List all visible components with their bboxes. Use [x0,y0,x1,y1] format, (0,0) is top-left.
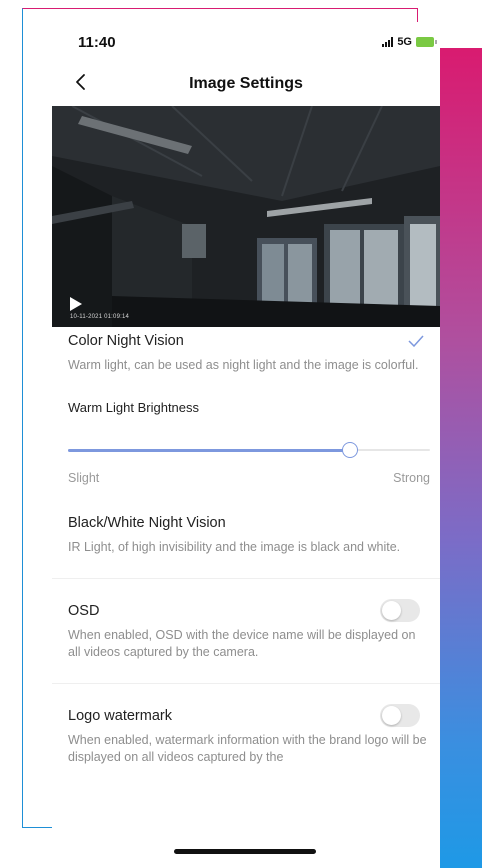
logo-watermark-setting-row: Logo watermark When enabled, watermark i… [68,684,430,766]
decorative-gradient-bar [440,48,482,868]
osd-toggle[interactable] [380,599,420,622]
page-title: Image Settings [189,75,303,92]
camera-video-preview[interactable]: 10-11-2021 01:09:14 [52,106,440,327]
slider-max-label: Strong [393,471,430,485]
bw-night-vision-title[interactable]: Black/White Night Vision [68,515,430,531]
warm-light-brightness-slider[interactable] [68,441,430,459]
slider-fill [68,449,351,452]
osd-description: When enabled, OSD with the device name w… [68,628,416,659]
signal-icon [382,37,394,47]
osd-toggle-knob [382,601,401,620]
status-bar: 11:40 5G [52,22,440,62]
bw-night-vision-description: IR Light, of high invisibility and the i… [68,540,401,554]
video-timestamp: 10-11-2021 01:09:14 [70,314,130,320]
osd-title: OSD [68,603,100,619]
battery-charging-icon [416,37,437,47]
settings-content: Color Night Vision Warm light, can be us… [52,327,440,766]
phone-screen: 11:40 5G Image Settings 10-11-2021 01:09… [52,22,440,868]
slider-min-label: Slight [68,471,100,485]
home-indicator[interactable] [174,849,316,854]
screenshot-stage: 11:40 5G Image Settings 10-11-2021 01:09… [0,0,482,868]
network-label: 5G [397,36,412,48]
osd-setting-row: OSD When enabled, OSD with the device na… [68,579,430,661]
navigation-bar: Image Settings [52,62,440,106]
camera-frame-image [52,106,440,327]
status-time: 11:40 [78,34,116,51]
slider-thumb[interactable] [342,442,359,458]
warm-light-brightness-label: Warm Light Brightness [68,400,200,415]
checkmark-icon [408,335,424,347]
color-night-vision-title: Color Night Vision [68,333,184,349]
color-night-vision-description: Warm light, can be used as night light a… [68,358,419,372]
logo-watermark-toggle[interactable] [380,704,420,727]
logo-watermark-title: Logo watermark [68,708,172,724]
status-indicators: 5G [382,36,437,48]
play-icon[interactable] [69,296,83,312]
slider-range-labels: Slight Strong [68,471,430,485]
logo-watermark-toggle-knob [382,706,401,725]
color-night-vision-option[interactable]: Color Night Vision [68,327,430,349]
logo-watermark-description: When enabled, watermark information with… [68,733,427,764]
